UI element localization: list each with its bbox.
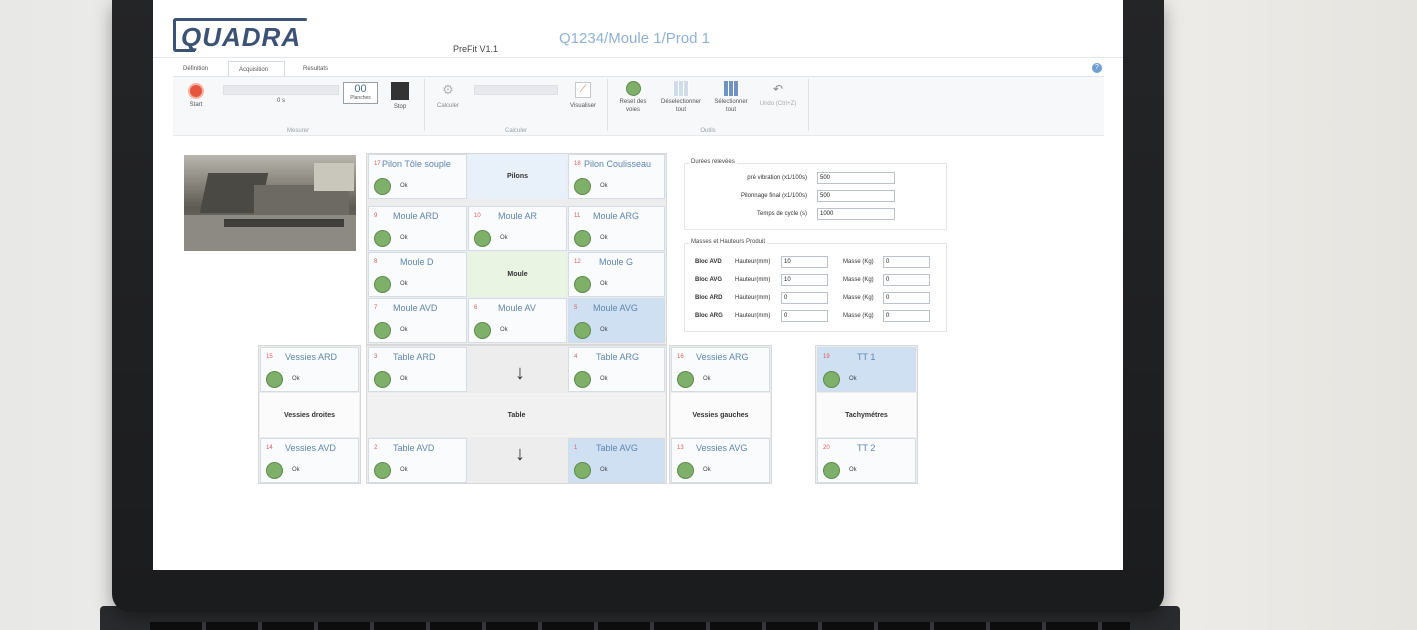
group-pilons: Pilons xyxy=(468,154,567,199)
app-header: QUADRA PreFit V1.1 Q1234/Moule 1/Prod 1 xyxy=(153,0,1123,58)
sensor-3[interactable]: 3 Table ARD Ok xyxy=(368,347,467,392)
status-dot xyxy=(574,462,591,479)
group-mesurer: Mesurer xyxy=(286,128,309,134)
visualiser-button[interactable]: ⟋ Visualiser xyxy=(563,82,603,109)
status-dot xyxy=(574,371,591,388)
group-outils: Outils xyxy=(700,128,716,134)
status-dot xyxy=(574,276,591,293)
masses-fieldset: Masses et Hauteurs Produit Bloc AVD Haut… xyxy=(684,239,947,332)
progress-time: 0 s xyxy=(276,98,285,104)
group-vessies-gauches: Vessies gauches xyxy=(671,393,770,437)
app-screen: QUADRA PreFit V1.1 Q1234/Moule 1/Prod 1 … xyxy=(153,0,1123,570)
sensor-18[interactable]: 18 Pilon Coulisseau Ok xyxy=(568,154,665,199)
pilonnage-input[interactable]: 500 xyxy=(817,190,895,202)
status-dot xyxy=(474,230,491,247)
sensor-5[interactable]: 5 Moule AVG Ok xyxy=(568,298,665,343)
sensor-16[interactable]: 16 Vessies ARG Ok xyxy=(671,347,770,392)
sensor-11[interactable]: 11 Moule ARG Ok xyxy=(568,206,665,251)
status-dot xyxy=(574,178,591,195)
start-button[interactable]: Start xyxy=(181,83,211,108)
sensor-19[interactable]: 19 TT 1 Ok xyxy=(817,347,916,392)
arrow-down-icon: ↓ xyxy=(515,443,525,465)
hauteur-avd-input[interactable]: 10 xyxy=(781,256,828,268)
sensor-20[interactable]: 20 TT 2 Ok xyxy=(817,438,916,483)
group-moule: Moule xyxy=(468,252,567,297)
masse-ard-input[interactable]: 0 xyxy=(883,292,930,304)
status-dot xyxy=(266,371,283,388)
machine-photo xyxy=(184,155,356,251)
tab-resultats[interactable]: Resultats xyxy=(293,61,338,77)
select-all-button[interactable]: Sélectionner tout xyxy=(710,81,752,114)
group-tachymetres: Tachymétres xyxy=(817,393,916,437)
grid-full-icon xyxy=(723,81,739,96)
deselect-all-button[interactable]: Déselectionner tout xyxy=(658,81,704,114)
status-dot xyxy=(374,230,391,247)
hauteur-ard-input[interactable]: 0 xyxy=(781,292,828,304)
quadra-logo: QUADRA xyxy=(173,16,309,56)
status-dot xyxy=(574,322,591,339)
ribbon-toolbar: Start 0 s 00 Planches Stop ⚙ Calculer ⟋ … xyxy=(173,76,1104,136)
keyboard-keys xyxy=(150,622,1130,630)
status-dot xyxy=(374,462,391,479)
tab-acquisition[interactable]: Acquisition xyxy=(228,61,285,77)
status-dot xyxy=(474,322,491,339)
sensor-12[interactable]: 12 Moule G Ok xyxy=(568,252,665,297)
calcul-progress xyxy=(474,85,558,95)
pre-vibration-input[interactable]: 500 xyxy=(817,172,895,184)
gear-icon: ⚙ xyxy=(442,82,454,97)
grid-empty-icon xyxy=(673,81,689,96)
chart-icon: ⟋ xyxy=(575,82,591,98)
status-dot xyxy=(374,322,391,339)
sensor-17[interactable]: 17 Pilon Tôle souple Ok xyxy=(368,154,467,199)
reset-status-icon xyxy=(625,81,641,96)
group-table: Table xyxy=(368,393,665,437)
sensor-4[interactable]: 4 Table ARG Ok xyxy=(568,347,665,392)
reset-voies-button[interactable]: Reset des voies xyxy=(616,81,650,114)
status-dot xyxy=(823,371,840,388)
record-icon xyxy=(188,83,204,99)
undo-button[interactable]: ↶ Undo (Ctrl+Z) xyxy=(757,82,799,107)
sensor-13[interactable]: 13 Vessies AVG Ok xyxy=(671,438,770,483)
status-dot xyxy=(374,276,391,293)
app-version: PreFit V1.1 xyxy=(453,44,499,54)
status-dot xyxy=(374,371,391,388)
sensor-10[interactable]: 10 Moule AR Ok xyxy=(468,206,567,251)
stop-icon xyxy=(391,82,409,100)
sensor-14[interactable]: 14 Vessies AVD Ok xyxy=(260,438,359,483)
sensor-1[interactable]: 1 Table AVG Ok xyxy=(568,438,665,483)
calculer-button[interactable]: ⚙ Calculer xyxy=(433,82,463,110)
sensor-9[interactable]: 9 Moule ARD Ok xyxy=(368,206,467,251)
sensor-8[interactable]: 8 Moule D Ok xyxy=(368,252,467,297)
undo-icon: ↶ xyxy=(772,82,784,96)
page-title: Q1234/Moule 1/Prod 1 xyxy=(559,30,710,47)
help-icon[interactable]: ? xyxy=(1092,63,1102,73)
sensor-6[interactable]: 6 Moule AV Ok xyxy=(468,298,567,343)
arrow-down-icon: ↓ xyxy=(515,362,525,384)
status-dot xyxy=(266,462,283,479)
group-calculer: Calculer xyxy=(504,128,527,134)
sensor-2[interactable]: 2 Table AVD Ok xyxy=(368,438,467,483)
status-dot xyxy=(677,462,694,479)
masse-avd-input[interactable]: 0 xyxy=(883,256,930,268)
tab-definition[interactable]: Définition xyxy=(173,61,218,77)
group-vessies-droites: Vessies droites xyxy=(260,393,359,437)
acquisition-progress xyxy=(223,85,339,95)
planches-counter: 00 Planches xyxy=(343,82,378,104)
status-dot xyxy=(374,178,391,195)
temps-cycle-input[interactable]: 1000 xyxy=(817,208,895,220)
masse-arg-input[interactable]: 0 xyxy=(883,310,930,322)
durees-fieldset: Durées relevées pré vibration (x1/100s) … xyxy=(684,159,947,230)
sensor-15[interactable]: 15 Vessies ARD Ok xyxy=(260,347,359,392)
status-dot xyxy=(574,230,591,247)
masse-avg-input[interactable]: 0 xyxy=(883,274,930,286)
status-dot xyxy=(677,371,694,388)
stop-button[interactable]: Stop xyxy=(386,82,414,110)
status-dot xyxy=(823,462,840,479)
sensor-7[interactable]: 7 Moule AVD Ok xyxy=(368,298,467,343)
hauteur-arg-input[interactable]: 0 xyxy=(781,310,828,322)
hauteur-avg-input[interactable]: 10 xyxy=(781,274,828,286)
